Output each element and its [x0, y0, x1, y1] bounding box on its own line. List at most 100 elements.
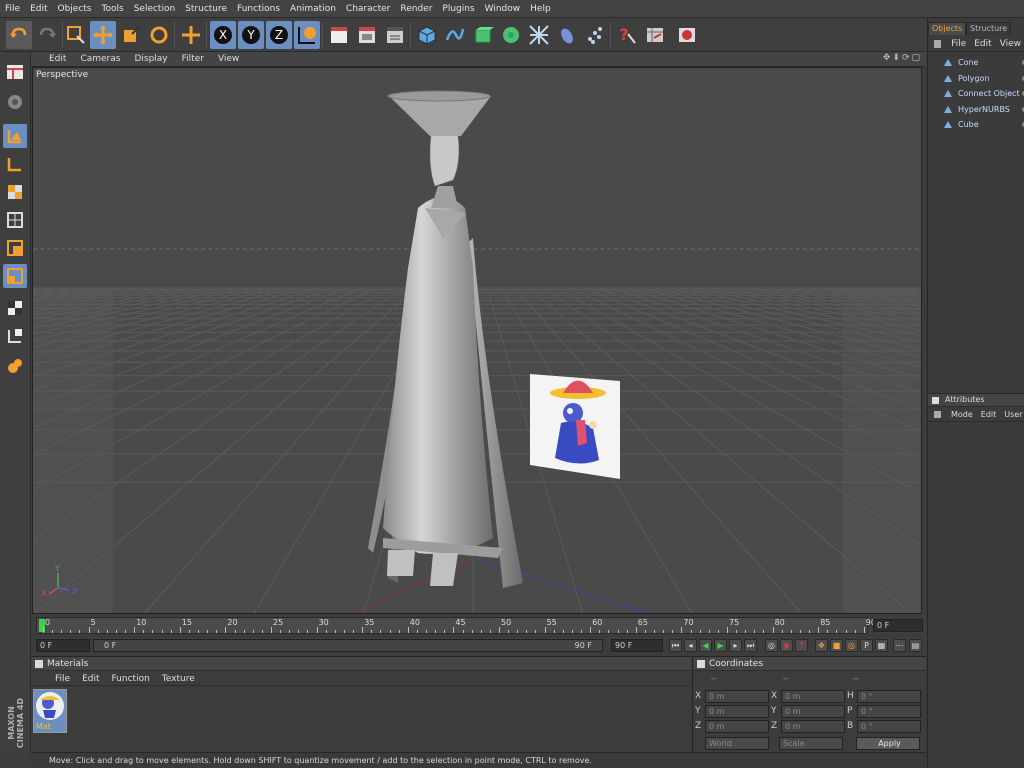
world-coordinates-icon[interactable] — [294, 21, 320, 49]
viewport-perspective[interactable]: Y X Z Perspective — [32, 67, 922, 614]
axis-mode-icon[interactable] — [3, 324, 27, 348]
y-axis-lock-icon[interactable]: Y — [238, 21, 264, 49]
tab-structure[interactable]: Structure — [966, 22, 1012, 35]
material-swatch[interactable]: Mat — [33, 689, 67, 733]
panel-grip-icon[interactable] — [35, 660, 43, 668]
max-frame-field[interactable]: 90 F — [611, 639, 663, 652]
nurbs-object-icon[interactable] — [470, 21, 496, 49]
object-list-item[interactable]: HyperNURBS — [944, 103, 1024, 117]
attributes-menu-edit[interactable]: Edit — [977, 410, 1001, 419]
point-level-key-icon[interactable]: ▦ — [875, 639, 888, 652]
render-view-icon[interactable] — [326, 21, 352, 49]
viewport-menu-cameras[interactable]: Cameras — [73, 54, 127, 64]
menu-file[interactable]: File — [0, 4, 25, 14]
object-list-item[interactable]: Cube — [944, 118, 1024, 132]
deformer-object-icon[interactable] — [526, 21, 552, 49]
layout-icon[interactable] — [3, 60, 27, 84]
viewport-menu-view[interactable]: View — [211, 54, 246, 64]
tab-objects[interactable]: Objects — [928, 22, 967, 35]
rotation-key-icon[interactable]: ◎ — [845, 639, 858, 652]
range-slider[interactable]: 0 F 90 F — [93, 639, 603, 652]
recent-tool-icon[interactable] — [178, 21, 204, 49]
panel-grip-icon[interactable] — [932, 397, 939, 404]
model-mode-icon[interactable] — [3, 124, 27, 148]
materials-menu-texture[interactable]: Texture — [156, 674, 201, 684]
render-settings-icon[interactable] — [382, 21, 408, 49]
attributes-menu-user[interactable]: User — [1000, 410, 1024, 419]
menu-functions[interactable]: Functions — [232, 4, 285, 14]
coord-value-field[interactable]: 0 m — [705, 720, 769, 733]
coord-value-field[interactable]: 0 ° — [857, 690, 921, 703]
coord-value-field[interactable]: 0 m — [705, 690, 769, 703]
workplane-icon[interactable] — [3, 208, 27, 232]
object-list-item[interactable]: Connect Object — [944, 87, 1024, 101]
coord-value-field[interactable]: 0 m — [781, 705, 845, 718]
viewport-navigation-icons[interactable]: ✥⬇⟳▢ — [883, 53, 922, 63]
textured-plane-object[interactable] — [530, 374, 620, 479]
tweak-mode-icon[interactable] — [3, 354, 27, 378]
viewport-menu-display[interactable]: Display — [127, 54, 174, 64]
x-axis-lock-icon[interactable]: X — [210, 21, 236, 49]
scene-object-icon[interactable] — [554, 21, 580, 49]
polygon-mode-icon[interactable] — [3, 296, 27, 320]
apply-button[interactable]: Apply — [856, 737, 920, 750]
menu-edit[interactable]: Edit — [25, 4, 52, 14]
viewport-menu-edit[interactable]: Edit — [31, 54, 73, 64]
menu-animation[interactable]: Animation — [285, 4, 341, 14]
previous-frame-icon[interactable]: ◂ — [684, 639, 697, 652]
objects-menu-file[interactable]: File — [947, 39, 970, 49]
z-axis-lock-icon[interactable]: Z — [266, 21, 292, 49]
goto-start-icon[interactable]: ⏮ — [669, 639, 682, 652]
make-editable-icon[interactable] — [3, 90, 27, 114]
menu-help[interactable]: Help — [525, 4, 556, 14]
coord-value-field[interactable]: 0 ° — [857, 705, 921, 718]
position-key-icon[interactable]: ✥ — [815, 639, 828, 652]
help-icon[interactable]: ? — [614, 21, 640, 49]
live-selection-icon[interactable] — [63, 21, 89, 49]
timeline-ruler[interactable]: 0 5 10 15 20 25 30 35 40 45 50 55 60 65 70 75 80 85 90 0 F — [31, 615, 926, 636]
attributes-menu-mode[interactable]: Mode — [947, 410, 977, 419]
coord-value-field[interactable]: 0 m — [781, 720, 845, 733]
menu-render[interactable]: Render — [395, 4, 437, 14]
coord-value-field[interactable]: 0 m — [781, 690, 845, 703]
menu-structure[interactable]: Structure — [180, 4, 232, 14]
menu-plugins[interactable]: Plugins — [437, 4, 479, 14]
scale-key-icon[interactable]: ■ — [830, 639, 843, 652]
parameter-key-icon[interactable]: P — [860, 639, 873, 652]
object-mode-icon[interactable] — [3, 152, 27, 176]
menu-window[interactable]: Window — [480, 4, 526, 14]
objects-menu-edit[interactable]: Edit — [970, 39, 995, 49]
panel-grip-icon[interactable] — [697, 660, 705, 668]
record-keys-icon[interactable]: ◎ — [765, 639, 778, 652]
timeline-track[interactable]: 0 5 10 15 20 25 30 35 40 45 50 55 60 65 70 75 80 85 90 — [36, 617, 876, 634]
min-frame-field[interactable]: 0 F — [36, 639, 90, 652]
menu-objects[interactable]: Objects — [53, 4, 97, 14]
cube-object-icon[interactable] — [414, 21, 440, 49]
redo-icon[interactable] — [34, 21, 60, 49]
coord-value-field[interactable]: 0 ° — [857, 720, 921, 733]
materials-menu-function[interactable]: Function — [106, 674, 156, 684]
goto-end-icon[interactable]: ⏭ — [744, 639, 757, 652]
materials-menu-file[interactable]: File — [49, 674, 76, 684]
timeline-settings-icon[interactable]: ▤ — [909, 639, 922, 652]
viewport-menu-filter[interactable]: Filter — [175, 54, 211, 64]
current-frame-field[interactable]: 0 F — [873, 619, 923, 632]
menu-tools[interactable]: Tools — [97, 4, 129, 14]
texture-mode-icon[interactable] — [3, 180, 27, 204]
play-backwards-icon[interactable]: ◀ — [699, 639, 712, 652]
panel-grip-icon[interactable] — [934, 39, 942, 48]
particle-object-icon[interactable] — [582, 21, 608, 49]
array-object-icon[interactable] — [498, 21, 524, 49]
panel-grip-icon[interactable] — [934, 411, 941, 418]
render-preview-icon[interactable] — [674, 21, 700, 49]
spline-object-icon[interactable] — [442, 21, 468, 49]
objects-menu-view[interactable]: View — [996, 39, 1024, 49]
scale-tool-icon[interactable] — [118, 21, 144, 49]
object-list-item[interactable]: Cone — [944, 56, 1024, 70]
timeline-window-icon[interactable] — [642, 21, 668, 49]
keyframe-selection-icon[interactable]: ? — [795, 639, 808, 652]
menu-selection[interactable]: Selection — [129, 4, 180, 14]
interpolation-icon[interactable]: ⋯ — [893, 639, 906, 652]
object-list-item[interactable]: Polygon — [944, 72, 1024, 86]
edge-mode-icon[interactable] — [3, 264, 27, 288]
